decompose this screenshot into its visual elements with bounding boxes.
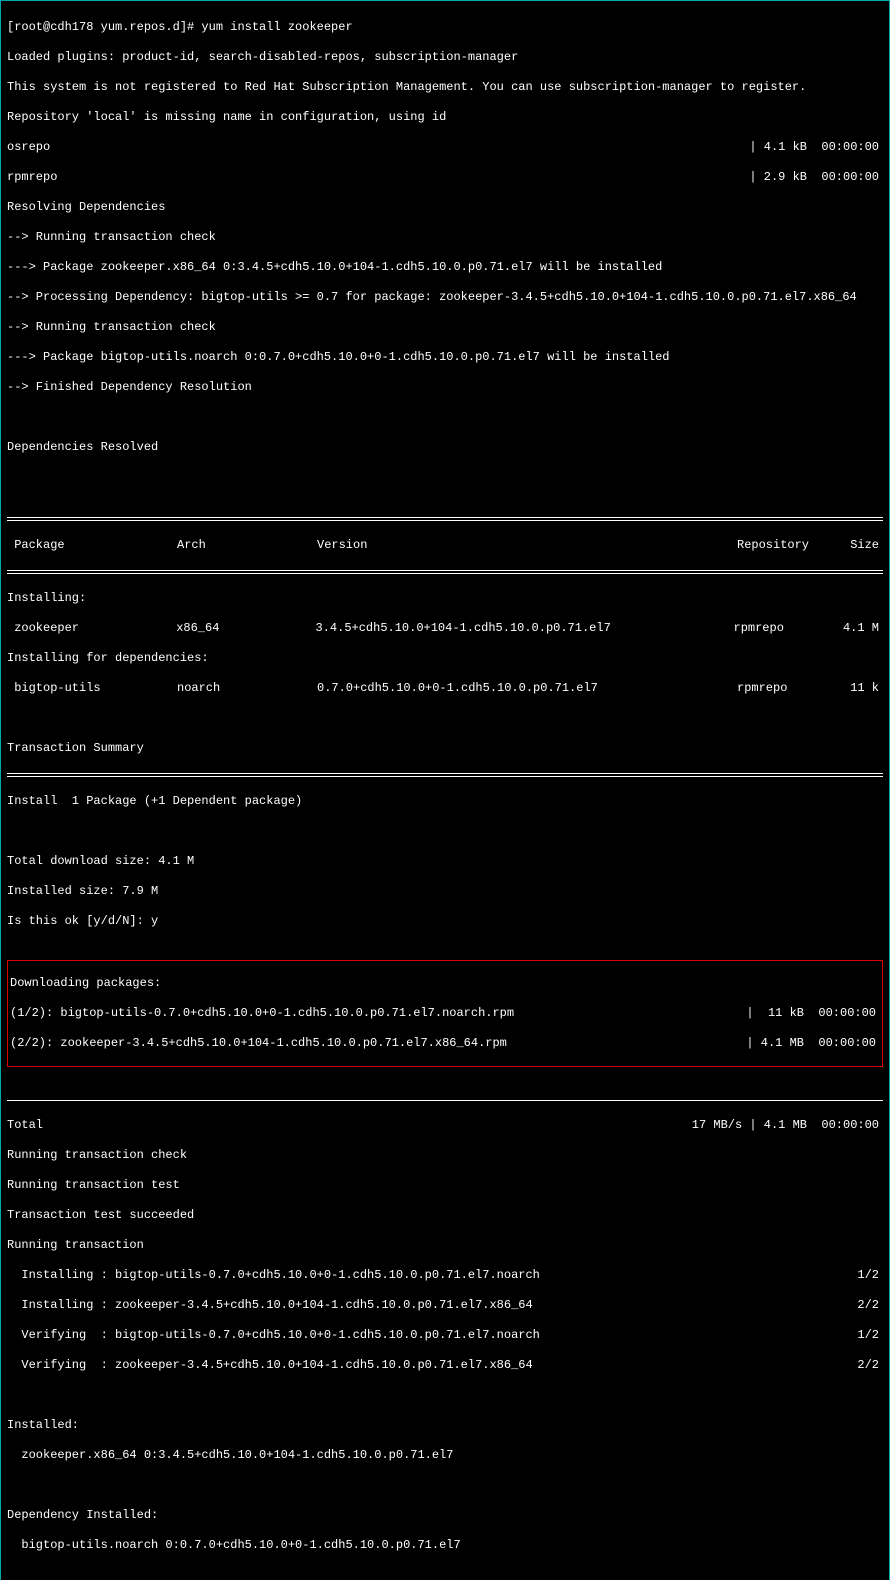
section-label: Transaction Summary bbox=[7, 741, 883, 756]
terminal-output: [root@cdh178 yum.repos.d]# yum install z… bbox=[0, 0, 890, 1580]
output-line: This system is not registered to Red Hat… bbox=[7, 80, 883, 95]
output-line: Running transaction check bbox=[7, 1148, 883, 1163]
rule bbox=[7, 773, 883, 777]
output-line: --> Running transaction check bbox=[7, 230, 883, 245]
blank-line bbox=[7, 824, 883, 839]
output-line: Loaded plugins: product-id, search-disab… bbox=[7, 50, 883, 65]
output-line: Running transaction test bbox=[7, 1178, 883, 1193]
rule bbox=[7, 570, 883, 574]
blank-line bbox=[7, 1478, 883, 1493]
table-row: zookeeper x86_64 3.4.5+cdh5.10.0+104-1.c… bbox=[7, 621, 883, 636]
repo-line: rpmrepo| 2.9 kB 00:00:00 bbox=[7, 170, 883, 185]
table-header: Package Arch Version Repository Size bbox=[7, 538, 883, 553]
section-label: Dependency Installed: bbox=[7, 1508, 883, 1523]
blank-line bbox=[7, 1388, 883, 1403]
output-line: Total download size: 4.1 M bbox=[7, 854, 883, 869]
output-line: Dependencies Resolved bbox=[7, 440, 883, 455]
cell-repo: rpmrepo bbox=[734, 621, 843, 636]
blank-line bbox=[7, 470, 883, 485]
output-line: Installed size: 7.9 M bbox=[7, 884, 883, 899]
repo-line: osrepo| 4.1 kB 00:00:00 bbox=[7, 140, 883, 155]
verify-pkg: Verifying : zookeeper-3.4.5+cdh5.10.0+10… bbox=[7, 1358, 533, 1373]
download-line: (1/2): bigtop-utils-0.7.0+cdh5.10.0+0-1.… bbox=[10, 1006, 880, 1021]
cell-package: bigtop-utils bbox=[7, 681, 177, 696]
blank-line bbox=[7, 410, 883, 425]
install-pkg: Installing : bigtop-utils-0.7.0+cdh5.10.… bbox=[7, 1268, 540, 1283]
output-line: zookeeper.x86_64 0:3.4.5+cdh5.10.0+104-1… bbox=[7, 1448, 883, 1463]
dl-file: (1/2): bigtop-utils-0.7.0+cdh5.10.0+0-1.… bbox=[10, 1006, 514, 1021]
col-size: Size bbox=[847, 538, 883, 553]
install-count: 1/2 bbox=[540, 1268, 883, 1283]
download-line: (2/2): zookeeper-3.4.5+cdh5.10.0+104-1.c… bbox=[10, 1036, 880, 1051]
output-line: Downloading packages: bbox=[10, 976, 880, 991]
dl-stats: | 11 kB 00:00:00 bbox=[514, 1006, 880, 1021]
table-row: bigtop-utils noarch 0.7.0+cdh5.10.0+0-1.… bbox=[7, 681, 883, 696]
section-label: Installing for dependencies: bbox=[7, 651, 883, 666]
rule bbox=[7, 1100, 883, 1101]
output-line: ---> Package bigtop-utils.noarch 0:0.7.0… bbox=[7, 350, 883, 365]
col-version: Version bbox=[317, 538, 737, 553]
total-line: Total17 MB/s | 4.1 MB 00:00:00 bbox=[7, 1118, 883, 1133]
install-pkg: Installing : zookeeper-3.4.5+cdh5.10.0+1… bbox=[7, 1298, 533, 1313]
output-line: Transaction test succeeded bbox=[7, 1208, 883, 1223]
repo-stats: | 4.1 kB 00:00:00 bbox=[50, 140, 883, 155]
verify-count: 2/2 bbox=[533, 1358, 883, 1373]
blank-line bbox=[7, 711, 883, 726]
repo-name: rpmrepo bbox=[7, 170, 57, 185]
cell-size: 11 k bbox=[847, 681, 883, 696]
output-line: --> Running transaction check bbox=[7, 320, 883, 335]
repo-stats: | 2.9 kB 00:00:00 bbox=[57, 170, 883, 185]
cell-version: 0.7.0+cdh5.10.0+0-1.cdh5.10.0.p0.71.el7 bbox=[317, 681, 737, 696]
install-count: 2/2 bbox=[533, 1298, 883, 1313]
cell-package: zookeeper bbox=[7, 621, 176, 636]
output-line: ---> Package zookeeper.x86_64 0:3.4.5+cd… bbox=[7, 260, 883, 275]
download-highlight: Downloading packages: (1/2): bigtop-util… bbox=[7, 960, 883, 1067]
section-label: Installing: bbox=[7, 591, 883, 606]
blank-line bbox=[7, 1568, 883, 1580]
output-line: Running transaction bbox=[7, 1238, 883, 1253]
output-line: Install 1 Package (+1 Dependent package) bbox=[7, 794, 883, 809]
verify-pkg: Verifying : bigtop-utils-0.7.0+cdh5.10.0… bbox=[7, 1328, 540, 1343]
install-line: Installing : zookeeper-3.4.5+cdh5.10.0+1… bbox=[7, 1298, 883, 1313]
output-line: Resolving Dependencies bbox=[7, 200, 883, 215]
prompt-line: [root@cdh178 yum.repos.d]# yum install z… bbox=[7, 20, 883, 35]
dl-stats: | 4.1 MB 00:00:00 bbox=[507, 1036, 880, 1051]
cell-version: 3.4.5+cdh5.10.0+104-1.cdh5.10.0.p0.71.el… bbox=[316, 621, 734, 636]
col-repository: Repository bbox=[737, 538, 847, 553]
output-line: bigtop-utils.noarch 0:0.7.0+cdh5.10.0+0-… bbox=[7, 1538, 883, 1553]
output-line: --> Finished Dependency Resolution bbox=[7, 380, 883, 395]
cell-arch: noarch bbox=[177, 681, 317, 696]
cell-repo: rpmrepo bbox=[737, 681, 847, 696]
total-label: Total bbox=[7, 1118, 43, 1133]
verify-line: Verifying : bigtop-utils-0.7.0+cdh5.10.0… bbox=[7, 1328, 883, 1343]
col-arch: Arch bbox=[177, 538, 317, 553]
install-line: Installing : bigtop-utils-0.7.0+cdh5.10.… bbox=[7, 1268, 883, 1283]
verify-count: 1/2 bbox=[540, 1328, 883, 1343]
prompt-line: Is this ok [y/d/N]: y bbox=[7, 914, 883, 929]
cell-size: 4.1 M bbox=[843, 621, 883, 636]
section-label: Installed: bbox=[7, 1418, 883, 1433]
rule bbox=[7, 517, 883, 521]
total-stats: 17 MB/s | 4.1 MB 00:00:00 bbox=[43, 1118, 883, 1133]
cell-arch: x86_64 bbox=[176, 621, 315, 636]
repo-name: osrepo bbox=[7, 140, 50, 155]
output-line: Repository 'local' is missing name in co… bbox=[7, 110, 883, 125]
dl-file: (2/2): zookeeper-3.4.5+cdh5.10.0+104-1.c… bbox=[10, 1036, 507, 1051]
col-package: Package bbox=[7, 538, 177, 553]
verify-line: Verifying : zookeeper-3.4.5+cdh5.10.0+10… bbox=[7, 1358, 883, 1373]
output-line: --> Processing Dependency: bigtop-utils … bbox=[7, 290, 883, 305]
